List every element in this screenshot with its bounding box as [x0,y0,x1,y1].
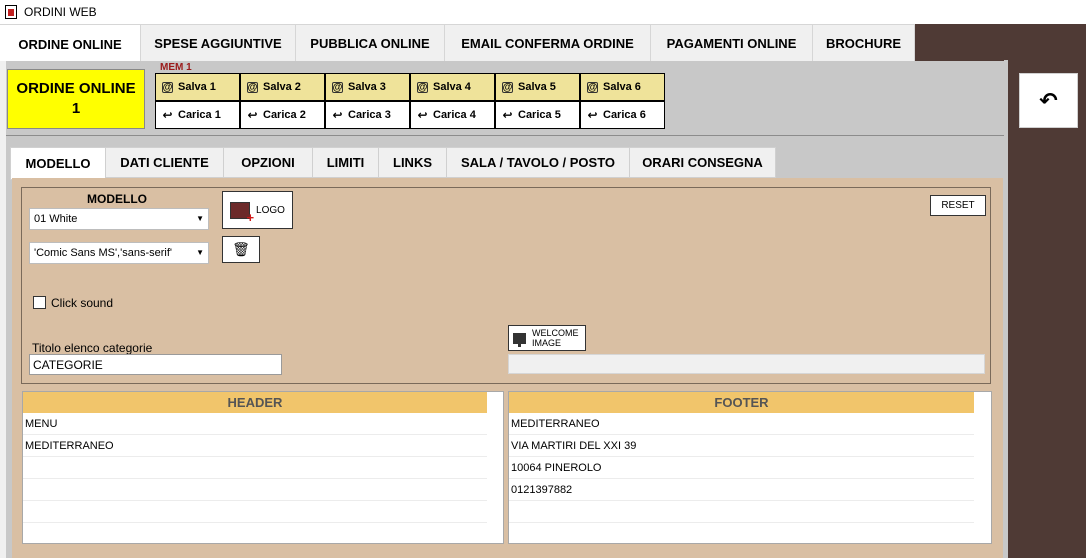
save-slot-6[interactable]: @ Salva 6 [580,73,665,101]
load-slot-label: Carica 6 [603,109,646,121]
load-slot-label: Carica 2 [263,109,306,121]
welcome-label-line2: IMAGE [532,338,562,348]
tab-opzioni[interactable]: OPZIONI [224,147,313,178]
title-bar: ORDINI WEB [0,0,1086,24]
save-slot-label: Salva 5 [518,81,556,93]
font-select[interactable]: 'Comic Sans MS','sans-serif' ▼ [29,242,209,264]
order-badge-number: 1 [71,100,81,117]
save-slot-icon: @ [417,81,428,93]
order-online-badge: ORDINE ONLINE 1 [7,69,145,129]
welcome-image-button[interactable]: WELCOME IMAGE [508,325,586,351]
dropdown-arrow-icon: ▼ [196,214,204,223]
header-row[interactable]: MEDITERRANEO [23,435,487,457]
load-slot-4[interactable]: ↩ Carica 4 [410,101,495,129]
app-icon [5,5,17,19]
footer-table: FOOTER MEDITERRANEO VIA MARTIRI DEL XXI … [508,391,992,544]
font-select-value: 'Comic Sans MS','sans-serif' [34,247,172,259]
tab-brochure[interactable]: BROCHURE [813,24,915,61]
welcome-label-line1: WELCOME [532,328,579,338]
trash-icon: 🗑 [232,241,250,257]
load-undo-icon: ↩ [332,107,343,122]
right-side-strip [1008,60,1086,558]
header-row[interactable] [23,501,487,523]
save-slot-5[interactable]: @ Salva 5 [495,73,580,101]
tab-links[interactable]: LINKS [379,147,447,178]
logo-label: LOGO [256,204,285,216]
load-undo-icon: ↩ [587,107,598,122]
tab-dati-cliente[interactable]: DATI CLIENTE [106,147,224,178]
load-slot-1[interactable]: ↩ Carica 1 [155,101,240,129]
save-slot-icon: @ [162,81,173,93]
save-slot-icon: @ [587,81,598,93]
load-slot-label: Carica 4 [433,109,476,121]
save-slot-icon: @ [332,81,343,93]
welcome-label: WELCOME IMAGE [532,328,579,348]
titolo-input[interactable]: CATEGORIE [29,354,282,375]
model-select-value: 01 White [34,213,78,225]
welcome-image-path[interactable] [508,354,985,374]
load-slot-label: Carica 3 [348,109,391,121]
tab-spese-aggiuntive[interactable]: SPESE AGGIUNTIVE [141,24,296,61]
save-slot-1[interactable]: @ Salva 1 [155,73,240,101]
load-slot-3[interactable]: ↩ Carica 3 [325,101,410,129]
save-slot-4[interactable]: @ Salva 4 [410,73,495,101]
save-slot-label: Salva 4 [433,81,471,93]
click-sound-label: Click sound [51,296,114,310]
header-title: HEADER [23,392,487,413]
divider [6,135,1004,136]
modello-label: MODELLO [87,192,147,206]
sub-tab-bar: MODELLO DATI CLIENTE OPZIONI LIMITI LINK… [10,147,776,180]
load-slot-label: Carica 1 [178,109,221,121]
header-row[interactable]: MENU [23,413,487,435]
load-undo-icon: ↩ [417,107,428,122]
delete-logo-button[interactable]: 🗑 [222,236,260,263]
footer-row[interactable]: 0121397882 [509,479,974,501]
monitor-icon [513,332,526,347]
save-slot-label: Salva 6 [603,81,641,93]
tab-ordine-online[interactable]: ORDINE ONLINE [0,24,141,63]
undo-arrow-icon: ↶ [1039,87,1058,113]
footer-row[interactable]: 10064 PINEROLO [509,457,974,479]
header-row[interactable] [23,479,487,501]
image-add-icon [230,201,254,225]
dropdown-arrow-icon: ▼ [196,248,204,257]
order-badge-title: ORDINE ONLINE [16,80,136,97]
logo-button[interactable]: LOGO [222,191,293,229]
save-slot-label: Salva 1 [178,81,216,93]
save-slot-icon: @ [247,81,258,93]
back-button[interactable]: ↶ [1019,73,1078,128]
footer-row[interactable] [509,501,974,523]
load-undo-icon: ↩ [162,107,173,122]
load-undo-icon: ↩ [502,107,513,122]
load-slot-6[interactable]: ↩ Carica 6 [580,101,665,129]
save-slot-label: Salva 3 [348,81,386,93]
titolo-label: Titolo elenco categorie [32,341,153,355]
reset-button[interactable]: RESET [930,195,986,216]
tab-sala-tavolo-posto[interactable]: SALA / TAVOLO / POSTO [447,147,630,178]
tab-modello[interactable]: MODELLO [10,147,106,180]
tab-limiti[interactable]: LIMITI [313,147,379,178]
load-slot-5[interactable]: ↩ Carica 5 [495,101,580,129]
save-slot-3[interactable]: @ Salva 3 [325,73,410,101]
save-slot-icon: @ [502,81,513,93]
load-undo-icon: ↩ [247,107,258,122]
load-slot-label: Carica 5 [518,109,561,121]
click-sound-checkbox[interactable] [33,296,46,309]
tab-pubblica-online[interactable]: PUBBLICA ONLINE [296,24,445,61]
model-select[interactable]: 01 White ▼ [29,208,209,230]
footer-row[interactable]: VIA MARTIRI DEL XXI 39 [509,435,974,457]
load-slot-2[interactable]: ↩ Carica 2 [240,101,325,129]
save-slot-2[interactable]: @ Salva 2 [240,73,325,101]
window-title: ORDINI WEB [24,5,97,19]
tab-orari-consegna[interactable]: ORARI CONSEGNA [630,147,776,178]
footer-title: FOOTER [509,392,974,413]
header-table: HEADER MENU MEDITERRANEO [22,391,504,544]
save-slot-label: Salva 2 [263,81,301,93]
tab-email-conferma-ordine[interactable]: EMAIL CONFERMA ORDINE [445,24,651,61]
header-row[interactable] [23,457,487,479]
memory-label: MEM 1 [160,62,192,73]
top-tab-bar: ORDINE ONLINE SPESE AGGIUNTIVE PUBBLICA … [0,24,915,63]
footer-row[interactable]: MEDITERRANEO [509,413,974,435]
tab-pagamenti-online[interactable]: PAGAMENTI ONLINE [651,24,813,61]
